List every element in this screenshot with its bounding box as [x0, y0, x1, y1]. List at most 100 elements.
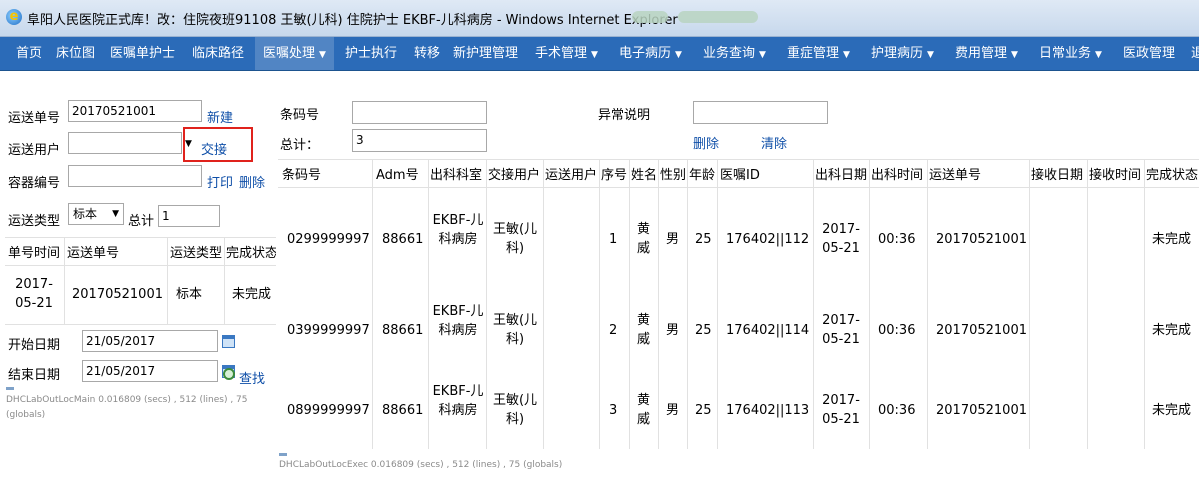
menu-item-bed-map[interactable]: 床位图 — [50, 37, 101, 70]
chevron-down-icon: ▼ — [1011, 50, 1018, 60]
perf-note-right: DHCLabOutLocExec 0.016809 (secs) , 512 (… — [279, 460, 563, 470]
table-row-cell[interactable]: 未完成 — [232, 285, 271, 304]
cell-barcode: 0299999997 — [287, 232, 370, 247]
cell-sex: 男 — [666, 232, 680, 247]
exception-input[interactable] — [693, 101, 828, 124]
chevron-down-icon: ▼ — [675, 50, 682, 60]
cell-order-id: 176402||114 — [726, 323, 810, 338]
cell-handover-user: 王敏(儿科) — [492, 313, 538, 347]
menu-item-clinical-path[interactable]: 临床路径 — [186, 37, 250, 70]
cell-out-date: 2017-05-21 — [822, 393, 860, 427]
barcode-input[interactable] — [352, 101, 487, 124]
search-link[interactable]: 查找 — [239, 368, 265, 387]
cell-dept: EKBF-儿科病房 — [432, 304, 484, 338]
cell-dept: EKBF-儿科病房 — [432, 384, 484, 418]
menu-item-nursing-record[interactable]: 护理病历 ▼ — [866, 37, 939, 70]
total-input[interactable]: 1 — [158, 205, 220, 227]
table-header-line — [278, 187, 1199, 188]
column-line — [486, 159, 487, 449]
mini-table-col-line — [167, 237, 168, 325]
container-no-input[interactable] — [68, 165, 202, 187]
chevron-down-icon: ▼ — [319, 50, 326, 60]
column-header-recv-date: 接收日期 — [1031, 168, 1084, 183]
search-icon[interactable] — [223, 368, 235, 380]
table-row-cell[interactable]: 20170521001 — [72, 285, 163, 304]
delete-container-link[interactable]: 删除 — [239, 172, 265, 191]
cell-order-id: 176402||112 — [726, 232, 810, 247]
transfer-no-label: 运送单号 — [8, 111, 61, 126]
transfer-type-select[interactable]: 标本 ▼ — [68, 203, 124, 225]
cell-dept: EKBF-儿科病房 — [432, 213, 484, 247]
column-line — [658, 159, 659, 449]
cell-adm: 88661 — [382, 403, 424, 418]
total-label: 总计 — [128, 214, 155, 229]
cell-barcode: 0899999997 — [287, 403, 370, 418]
column-header-out-time: 出科时间 — [871, 168, 924, 183]
print-link[interactable]: 打印 — [207, 172, 233, 191]
column-header-adm: Adm号 — [376, 168, 419, 183]
column-line — [428, 159, 429, 449]
window-title-bar: e 阜阳人民医院正式库！改：住院夜班91108 王敏(儿科) 住院护士 EKBF… — [0, 0, 1199, 37]
new-link[interactable]: 新建 — [207, 107, 233, 126]
mini-header-time: 单号时间 — [8, 246, 61, 261]
window-title: 阜阳人民医院正式库！改：住院夜班91108 王敏(儿科) 住院护士 EKBF-儿… — [27, 13, 678, 28]
barcode-label: 条码号 — [280, 108, 320, 123]
blurred-text — [678, 11, 758, 23]
mini-table-col-line — [64, 237, 65, 325]
chevron-down-icon: ▼ — [843, 50, 850, 60]
perf-note-left: DHCLabOutLocMain 0.016809 (secs) , 512 (… — [6, 395, 248, 420]
column-line — [1144, 159, 1145, 449]
cell-out-time: 00:36 — [878, 232, 916, 247]
debug-marker — [279, 453, 287, 456]
cell-handover-user: 王敏(儿科) — [492, 393, 538, 427]
menu-item-order-sheet[interactable]: 医嘱单护士 — [104, 37, 181, 70]
start-date-input[interactable]: 21/05/2017 — [82, 330, 218, 352]
menu-item-emr[interactable]: 电子病历 ▼ — [614, 37, 687, 70]
cell-adm: 88661 — [382, 323, 424, 338]
column-header-name: 姓名 — [631, 168, 658, 183]
cell-name: 黄威 — [636, 222, 650, 256]
transfer-no-input[interactable]: 20170521001 — [68, 100, 202, 122]
mini-header-no: 运送单号 — [67, 246, 120, 261]
cell-order-id: 176402||113 — [726, 403, 810, 418]
end-date-input[interactable]: 21/05/2017 — [82, 360, 218, 382]
column-line — [687, 159, 688, 449]
container-no-label: 容器编号 — [8, 176, 61, 191]
column-header-seq: 序号 — [601, 168, 628, 183]
transfer-user-label: 运送用户 — [8, 143, 61, 158]
menu-item-icu[interactable]: 重症管理 ▼ — [782, 37, 855, 70]
calendar-icon[interactable] — [222, 335, 235, 348]
mini-table-top-line — [5, 237, 276, 238]
delete-link[interactable]: 删除 — [693, 133, 719, 152]
cell-barcode: 0399999997 — [287, 323, 370, 338]
menu-item-business-query[interactable]: 业务查询 ▼ — [698, 37, 771, 70]
clear-link[interactable]: 清除 — [761, 133, 787, 152]
debug-marker — [6, 387, 14, 390]
menu-item-medical-admin[interactable]: 医政管理 — [1118, 37, 1180, 70]
column-line — [1087, 159, 1088, 449]
menu-item-surgery[interactable]: 手术管理 ▼ — [530, 37, 603, 70]
right-total-label: 总计： — [280, 138, 320, 153]
menu-item-nurse-exec[interactable]: 护士执行 — [340, 37, 402, 70]
menu-item-home[interactable]: 首页 — [8, 37, 50, 70]
transfer-user-input[interactable] — [68, 132, 182, 154]
menu-item-order-processing[interactable]: 医嘱处理 ▼ — [255, 37, 334, 70]
table-row-cell[interactable]: 标本 — [176, 285, 202, 304]
right-total-input[interactable]: 3 — [352, 129, 487, 152]
chevron-down-icon: ▼ — [759, 50, 766, 60]
cell-seq: 3 — [609, 403, 618, 418]
mini-table-header-line — [5, 265, 276, 266]
cell-status: 未完成 — [1152, 403, 1192, 418]
handover-link[interactable]: 交接 — [201, 139, 227, 158]
cell-transfer-no: 20170521001 — [936, 403, 1027, 418]
table-row-cell[interactable]: 2017-05-21 — [8, 275, 60, 313]
cell-name: 黄威 — [636, 313, 650, 347]
menu-item-transfer[interactable]: 转移 — [408, 37, 446, 70]
menu-item-billing[interactable]: 费用管理 ▼ — [950, 37, 1023, 70]
mini-header-status: 完成状态 — [226, 246, 276, 261]
menu-item-new-nursing[interactable]: 新护理管理 — [447, 37, 524, 70]
cell-age: 25 — [695, 323, 712, 338]
menu-item-daily-business[interactable]: 日常业务 ▼ — [1034, 37, 1107, 70]
menu-item-more[interactable]: 退 — [1188, 37, 1199, 70]
column-header-out-date: 出科日期 — [815, 168, 868, 183]
